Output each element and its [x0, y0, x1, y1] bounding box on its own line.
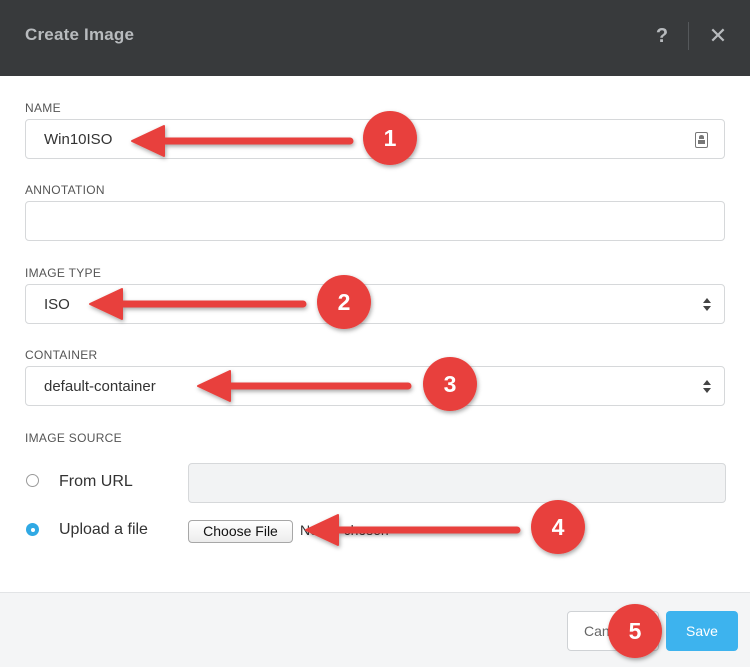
- dialog-title: Create Image: [25, 25, 135, 44]
- container-select[interactable]: default-container: [25, 366, 725, 406]
- container-label: CONTAINER: [25, 348, 98, 362]
- from-url-label[interactable]: From URL: [59, 473, 133, 491]
- name-label: NAME: [25, 101, 61, 115]
- annotation-label: ANNOTATION: [25, 183, 105, 197]
- container-value: default-container: [44, 378, 156, 395]
- upload-file-radio[interactable]: [26, 523, 39, 536]
- image-source-label: IMAGE SOURCE: [25, 431, 122, 445]
- image-type-label: IMAGE TYPE: [25, 266, 102, 280]
- annotation-field[interactable]: [25, 201, 725, 241]
- callout-number-4: 4: [552, 514, 565, 540]
- contact-card-icon[interactable]: [695, 132, 708, 148]
- callout-badge-4: [531, 500, 585, 554]
- dialog-header: Create Image ? ✕: [0, 0, 750, 76]
- from-url-radio[interactable]: [26, 474, 39, 487]
- annotation-overlay: 1 2 3 4 5: [89, 111, 662, 658]
- image-type-value: ISO: [44, 296, 70, 313]
- save-button[interactable]: Save: [666, 611, 738, 651]
- close-icon[interactable]: ✕: [704, 20, 732, 52]
- upload-file-label[interactable]: Upload a file: [59, 521, 148, 539]
- help-icon[interactable]: ?: [652, 22, 672, 50]
- name-field[interactable]: Win10ISO: [25, 119, 725, 159]
- name-value: Win10ISO: [44, 131, 113, 148]
- url-input[interactable]: [188, 463, 726, 503]
- choose-file-button[interactable]: Choose File: [188, 520, 293, 543]
- no-file-status: No file chosen: [300, 522, 389, 538]
- cancel-button[interactable]: Cancel: [567, 611, 659, 651]
- image-type-select[interactable]: ISO: [25, 284, 725, 324]
- header-divider: [688, 22, 689, 50]
- select-arrows-icon: [702, 379, 712, 395]
- select-arrows-icon: [702, 297, 712, 313]
